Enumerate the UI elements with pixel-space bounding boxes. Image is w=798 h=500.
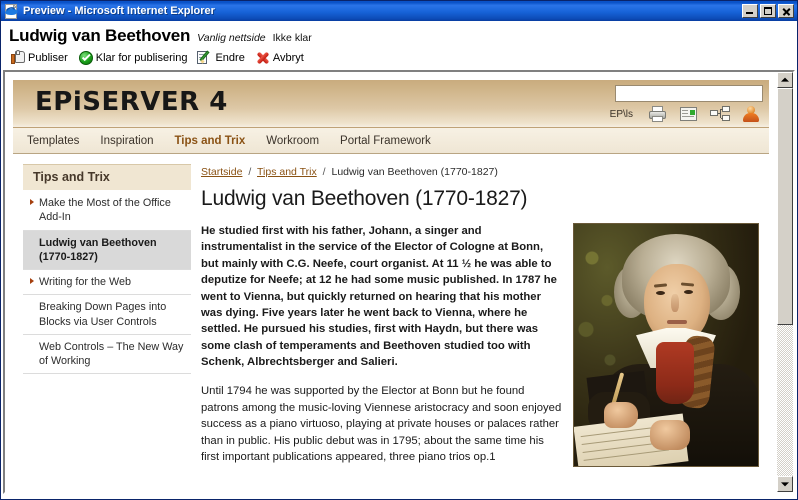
maximize-button[interactable] — [760, 4, 776, 18]
sidebar-item-web-controls[interactable]: Web Controls – The New Way of Working — [23, 335, 191, 375]
user-icon[interactable] — [741, 105, 761, 123]
scroll-up-button[interactable] — [777, 72, 793, 88]
page-type-label: Vanlig nettside — [197, 32, 266, 44]
episerver-site: EPiSERVER 4 EP\ls Templates Inspiration … — [13, 80, 769, 478]
browser-viewport: EPiSERVER 4 EP\ls Templates Inspiration … — [3, 70, 795, 494]
nav-item-inspiration[interactable]: Inspiration — [100, 135, 153, 147]
edit-button-label: Endre — [215, 52, 245, 64]
scrollbar-thumb[interactable] — [777, 88, 793, 325]
sidebar-item-writing-for-the-web[interactable]: Writing for the Web — [23, 270, 191, 296]
nav-item-workroom[interactable]: Workroom — [266, 135, 319, 147]
ie-icon — [4, 2, 19, 19]
breadcrumb-separator: / — [322, 166, 326, 178]
edit-button[interactable]: Endre — [197, 50, 245, 66]
browser-window: Preview - Microsoft Internet Explorer Lu… — [0, 0, 798, 500]
edit-toolbar-area: Ludwig van Beethoven Vanlig nettside Ikk… — [1, 21, 797, 70]
scrollbar-track[interactable] — [777, 88, 793, 476]
sidebar-list: Make the Most of the Office Add-In Ludwi… — [23, 190, 191, 375]
scroll-down-button[interactable] — [777, 476, 793, 492]
sitemap-icon[interactable] — [710, 105, 730, 123]
command-bar: Publiser Klar for publisering Endre Avbr… — [7, 49, 791, 70]
article-title: Ludwig van Beethoven (1770-1827) — [201, 187, 528, 210]
page-title: Ludwig van Beethoven — [9, 26, 191, 45]
cancel-button-label: Avbryt — [272, 52, 304, 64]
breadcrumb: Startside / Tips and Trix / Ludwig van B… — [201, 166, 759, 178]
main-navigation: Templates Inspiration Tips and Trix Work… — [13, 128, 769, 154]
vertical-scrollbar[interactable] — [776, 72, 793, 492]
breadcrumb-separator: / — [248, 166, 252, 178]
breadcrumb-link-tips-and-trix[interactable]: Tips and Trix — [257, 166, 317, 178]
site-logo: EPiSERVER 4 — [35, 87, 228, 117]
ready-for-publish-button[interactable]: Klar for publisering — [78, 50, 188, 66]
window-title: Preview - Microsoft Internet Explorer — [23, 5, 215, 17]
web-page: EPiSERVER 4 EP\ls Templates Inspiration … — [5, 72, 776, 492]
green-check-icon — [78, 50, 94, 66]
main-column: Startside / Tips and Trix / Ludwig van B… — [191, 154, 769, 478]
cancel-button[interactable]: Avbryt — [255, 50, 304, 66]
nav-item-templates[interactable]: Templates — [27, 135, 79, 147]
edit-pencil-icon — [197, 50, 213, 66]
beethoven-portrait-image — [573, 223, 759, 467]
window-titlebar: Preview - Microsoft Internet Explorer — [1, 1, 797, 21]
sidebar-item-ludwig-van-beethoven[interactable]: Ludwig van Beethoven (1770-1827) — [23, 230, 191, 270]
publish-button[interactable]: Publiser — [10, 50, 68, 66]
content-area: Tips and Trix Make the Most of the Offic… — [13, 154, 769, 478]
sidebar: Tips and Trix Make the Most of the Offic… — [13, 154, 191, 375]
article-body: He studied first with his father, Johann… — [201, 223, 759, 467]
sidebar-item-office-add-in[interactable]: Make the Most of the Office Add-In — [23, 191, 191, 231]
thumbs-up-icon — [10, 50, 26, 66]
printer-icon[interactable] — [648, 105, 668, 123]
sidebar-item-breaking-down-pages[interactable]: Breaking Down Pages into Blocks via User… — [23, 295, 191, 335]
red-x-icon — [255, 50, 271, 66]
breadcrumb-current: Ludwig van Beethoven (1770-1827) — [331, 166, 498, 178]
minimize-button[interactable] — [742, 4, 758, 18]
search-box[interactable] — [615, 85, 763, 104]
breadcrumb-link-startside[interactable]: Startside — [201, 166, 242, 178]
close-button[interactable] — [778, 4, 794, 18]
page-icon[interactable] — [679, 105, 699, 123]
page-status-label: Ikke klar — [272, 32, 312, 44]
user-label: EP\ls — [609, 108, 633, 120]
nav-item-tips-and-trix[interactable]: Tips and Trix — [174, 135, 245, 147]
ready-for-publish-label: Klar for publisering — [95, 52, 188, 64]
window-controls — [742, 4, 794, 18]
publish-button-label: Publiser — [28, 52, 68, 64]
site-header: EPiSERVER 4 EP\ls — [13, 80, 769, 128]
sidebar-heading: Tips and Trix — [23, 164, 191, 190]
header-utility-bar: EP\ls — [589, 101, 769, 127]
page-header: Ludwig van Beethoven Vanlig nettside Ikk… — [7, 25, 791, 49]
nav-item-portal-framework[interactable]: Portal Framework — [340, 135, 431, 147]
